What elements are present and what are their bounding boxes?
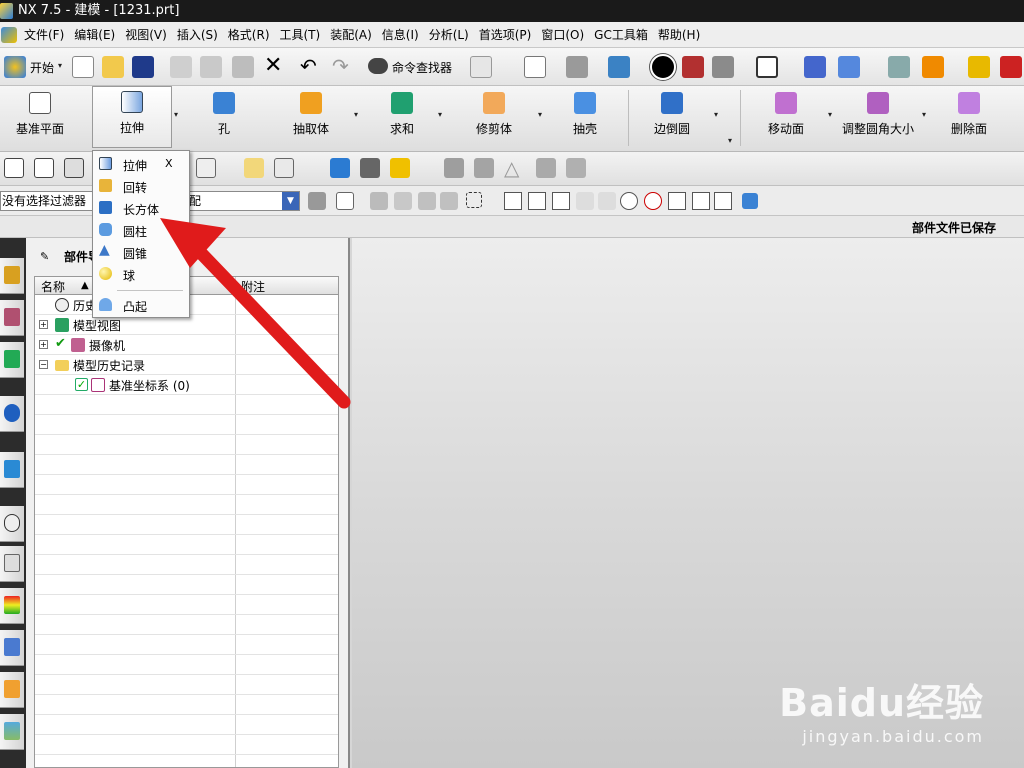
annotation-arrow [160,218,351,409]
arrow-shaft [193,245,351,409]
